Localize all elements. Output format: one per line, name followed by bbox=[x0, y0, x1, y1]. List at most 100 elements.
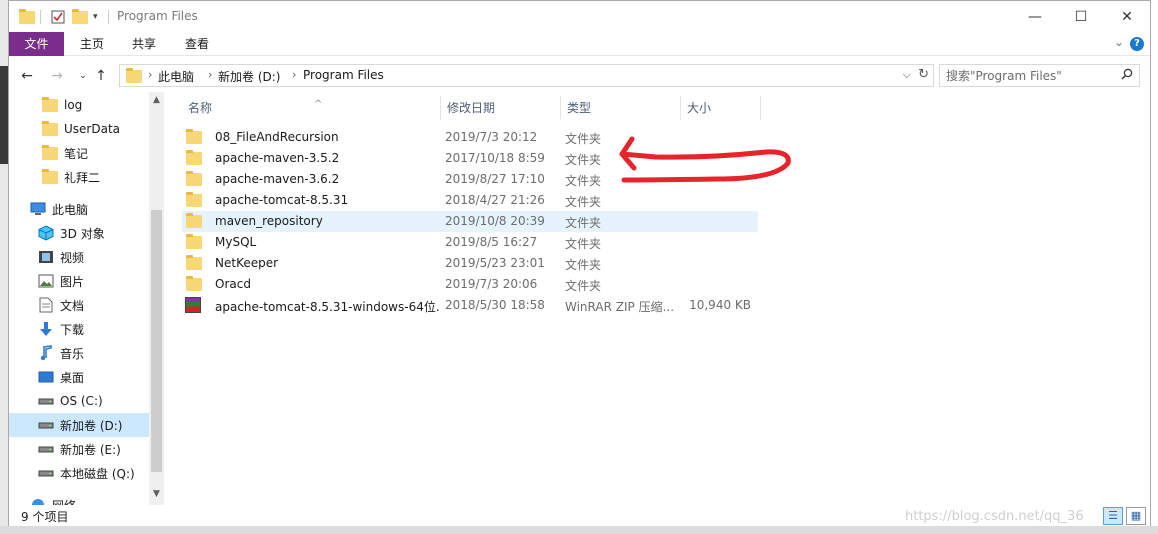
file-date: 2018/4/27 21:26 bbox=[445, 193, 545, 207]
file-date: 2019/5/23 23:01 bbox=[445, 256, 545, 270]
network-icon bbox=[30, 497, 46, 505]
search-icon[interactable] bbox=[1121, 68, 1133, 84]
nav-item[interactable]: OS (C:) bbox=[9, 389, 149, 413]
customize-toolbar-icon[interactable]: ▾ bbox=[93, 8, 98, 26]
column-header-size[interactable]: 大小 bbox=[681, 96, 761, 120]
nav-scrollbar[interactable]: ▲ ▼ bbox=[149, 92, 164, 505]
column-header-type[interactable]: 类型 bbox=[561, 96, 681, 120]
nav-item[interactable]: 网络 bbox=[9, 493, 149, 505]
nav-item[interactable]: log bbox=[9, 93, 149, 117]
address-dropdown-icon[interactable]: ⌵ bbox=[903, 68, 911, 82]
folder-icon bbox=[42, 168, 58, 185]
file-name: 08_FileAndRecursion bbox=[215, 130, 339, 144]
details-view-button[interactable]: ☰ bbox=[1103, 507, 1123, 525]
nav-item[interactable]: 文档 bbox=[9, 293, 149, 317]
tab-home[interactable]: 主页 bbox=[69, 32, 115, 56]
cube-icon bbox=[38, 225, 54, 241]
file-row[interactable]: apache-tomcat-8.5.31-windows-64位... 2018/… bbox=[182, 295, 758, 316]
tab-share[interactable]: 共享 bbox=[121, 32, 167, 56]
file-row[interactable]: Oracd 2019/7/3 20:06 文件夹 bbox=[182, 274, 758, 295]
download-icon bbox=[38, 321, 54, 337]
breadcrumb-this-pc[interactable]: 此电脑 bbox=[158, 68, 194, 85]
new-folder-icon[interactable] bbox=[72, 8, 88, 26]
ribbon-tabs: 文件 主页 共享 查看 ⌄ ? bbox=[9, 32, 1150, 56]
minimize-button[interactable]: — bbox=[1012, 1, 1058, 32]
recent-locations-button[interactable]: ⌄ bbox=[73, 66, 93, 86]
tab-file[interactable]: 文件 bbox=[9, 32, 64, 56]
scroll-down-icon[interactable]: ▼ bbox=[149, 486, 164, 503]
nav-item-label: 本地磁盘 (Q:) bbox=[60, 466, 135, 481]
picture-icon bbox=[38, 273, 54, 289]
nav-item[interactable]: 视频 bbox=[9, 245, 149, 269]
nav-item[interactable]: 笔记 bbox=[9, 141, 149, 165]
forward-button[interactable]: → bbox=[47, 66, 67, 86]
window-title: Program Files bbox=[117, 9, 198, 23]
nav-item[interactable]: 新加卷 (E:) bbox=[9, 437, 149, 461]
maximize-button[interactable]: ☐ bbox=[1058, 1, 1104, 32]
folder-icon bbox=[42, 144, 58, 161]
nav-item-label: UserData bbox=[64, 122, 121, 136]
file-row[interactable]: apache-tomcat-8.5.31 2018/4/27 21:26 文件夹 bbox=[182, 190, 758, 211]
file-date: 2019/7/3 20:12 bbox=[445, 130, 538, 144]
nav-item-label: 文档 bbox=[60, 298, 85, 313]
refresh-icon[interactable]: ↻ bbox=[918, 67, 929, 82]
nav-item[interactable]: 音乐 bbox=[9, 341, 149, 365]
file-name: apache-tomcat-8.5.31-windows-64位... bbox=[215, 300, 440, 314]
zip-archive-icon bbox=[185, 297, 201, 313]
nav-item[interactable]: 图片 bbox=[9, 269, 149, 293]
background-app-bottom bbox=[0, 526, 1158, 534]
title-bar: ▾ Program Files — ☐ ✕ bbox=[9, 1, 1150, 32]
nav-item[interactable]: 下载 bbox=[9, 317, 149, 341]
folder-icon bbox=[186, 213, 202, 228]
nav-item[interactable]: 礼拜二 bbox=[9, 165, 149, 189]
up-button[interactable]: ↑ bbox=[91, 66, 111, 86]
nav-item[interactable]: UserData bbox=[9, 117, 149, 141]
file-type: 文件夹 bbox=[565, 216, 602, 230]
nav-item-label: 此电脑 bbox=[52, 202, 89, 217]
nav-item[interactable]: 此电脑 bbox=[9, 197, 149, 221]
chevron-right-icon[interactable]: › bbox=[292, 68, 296, 81]
drive-icon bbox=[38, 417, 54, 433]
file-row[interactable]: maven_repository 2019/10/8 20:39 文件夹 bbox=[182, 211, 758, 232]
breadcrumb-program-files[interactable]: Program Files bbox=[303, 68, 384, 82]
column-header-date[interactable]: 修改日期 bbox=[441, 96, 561, 120]
column-header-name[interactable]: 名称 ^ bbox=[182, 96, 441, 120]
nav-item-label: 3D 对象 bbox=[60, 226, 105, 241]
close-button[interactable]: ✕ bbox=[1104, 1, 1150, 32]
nav-item-label: log bbox=[64, 98, 83, 112]
nav-item-label: 笔记 bbox=[64, 146, 89, 161]
video-icon bbox=[38, 249, 54, 265]
scroll-up-icon[interactable]: ▲ bbox=[149, 92, 164, 109]
file-type: 文件夹 bbox=[565, 258, 602, 272]
desktop-icon bbox=[38, 369, 54, 385]
nav-item[interactable]: 3D 对象 bbox=[9, 221, 149, 245]
file-type: WinRAR ZIP 压缩... bbox=[565, 300, 675, 314]
folder-icon bbox=[186, 234, 202, 249]
folder-icon bbox=[186, 192, 202, 207]
expand-ribbon-icon[interactable]: ⌄ bbox=[1114, 35, 1124, 49]
file-row[interactable]: NetKeeper 2019/5/23 23:01 文件夹 bbox=[182, 253, 758, 274]
nav-item[interactable]: 新加卷 (D:) bbox=[9, 413, 149, 437]
large-icons-view-button[interactable]: ▦ bbox=[1126, 507, 1146, 525]
folder-icon bbox=[186, 171, 202, 186]
file-row[interactable]: MySQL 2019/8/5 16:27 文件夹 bbox=[182, 232, 758, 253]
nav-item[interactable]: 桌面 bbox=[9, 365, 149, 389]
nav-item[interactable]: 本地磁盘 (Q:) bbox=[9, 461, 149, 485]
tab-view[interactable]: 查看 bbox=[174, 32, 220, 56]
folder-icon bbox=[186, 255, 202, 270]
window-folder-icon bbox=[19, 8, 35, 26]
file-date: 2018/5/30 18:58 bbox=[445, 298, 545, 312]
chevron-right-icon[interactable]: › bbox=[208, 68, 212, 81]
address-bar[interactable]: › 此电脑 › 新加卷 (D:) › Program Files ⌵ ↻ bbox=[119, 64, 934, 87]
back-button[interactable]: ← bbox=[17, 66, 37, 86]
nav-item-label: 新加卷 (E:) bbox=[60, 442, 121, 457]
properties-icon[interactable] bbox=[50, 8, 66, 26]
help-icon[interactable]: ? bbox=[1130, 37, 1144, 51]
search-box[interactable] bbox=[939, 64, 1140, 87]
file-type: 文件夹 bbox=[565, 195, 602, 209]
breadcrumb-drive-d[interactable]: 新加卷 (D:) bbox=[218, 68, 280, 85]
nav-scroll-thumb[interactable] bbox=[151, 210, 162, 472]
chevron-right-icon[interactable]: › bbox=[148, 68, 152, 81]
file-type: 文件夹 bbox=[565, 279, 602, 293]
search-input[interactable] bbox=[946, 68, 1116, 84]
